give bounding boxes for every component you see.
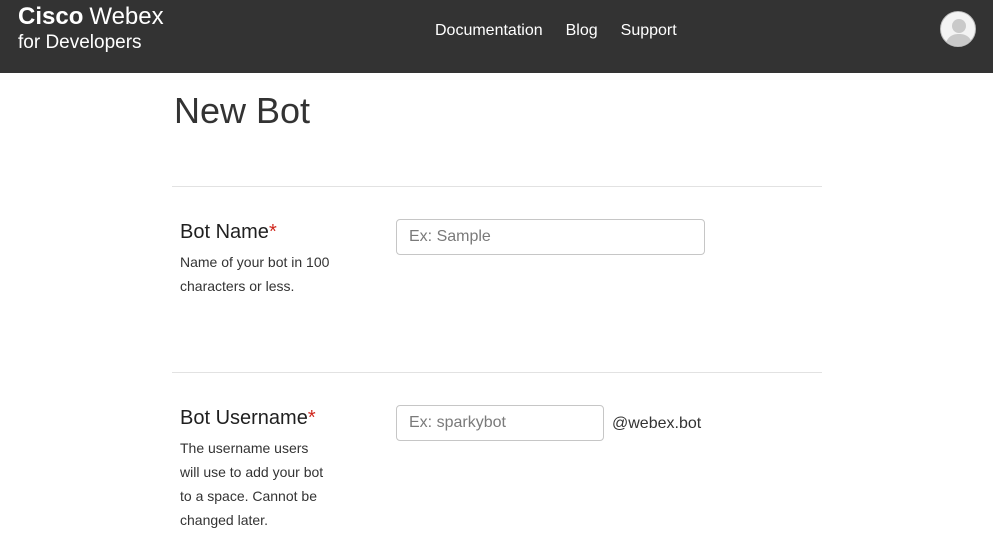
main-nav: Documentation Blog Support xyxy=(435,22,677,40)
user-silhouette-icon xyxy=(945,19,973,46)
brand-title: Cisco Webex xyxy=(18,5,164,29)
brand-cisco: Cisco xyxy=(18,3,84,30)
bot-name-label: Bot Name* xyxy=(180,220,277,244)
bot-name-help-text: Name of your bot in 100 characters or le… xyxy=(180,254,330,294)
cisco-webex-logo[interactable]: Cisco Webex for Developers xyxy=(18,5,164,53)
brand-webex: Webex xyxy=(89,3,164,30)
nav-link-documentation[interactable]: Documentation xyxy=(435,22,543,40)
bot-username-input[interactable] xyxy=(396,405,604,441)
bot-username-help-text: The username users will use to add your … xyxy=(180,440,324,528)
bot-username-label-text: Bot Username xyxy=(180,407,308,429)
bot-name-input[interactable] xyxy=(396,219,705,255)
bot-username-label: Bot Username* xyxy=(180,406,316,430)
section-divider xyxy=(172,186,822,187)
nav-link-blog[interactable]: Blog xyxy=(566,22,598,40)
nav-link-support[interactable]: Support xyxy=(621,22,677,40)
section-divider xyxy=(172,372,822,373)
bot-username-domain-suffix: @webex.bot xyxy=(612,415,702,432)
bot-name-label-text: Bot Name xyxy=(180,221,269,243)
top-navigation-bar: Cisco Webex for Developers Documentation … xyxy=(0,0,993,73)
required-marker: * xyxy=(268,221,277,243)
page-title: New Bot xyxy=(174,90,311,131)
required-marker: * xyxy=(307,407,316,429)
user-avatar-icon[interactable] xyxy=(940,11,976,47)
brand-subtitle: for Developers xyxy=(18,32,142,53)
